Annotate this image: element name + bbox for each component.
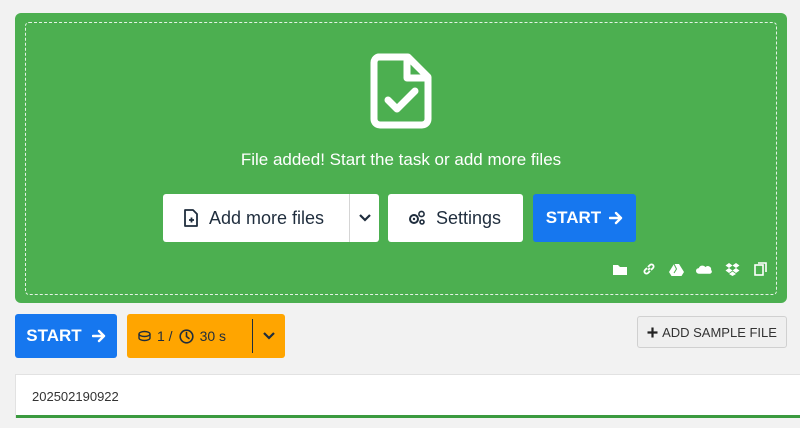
onedrive-icon[interactable] — [696, 262, 713, 276]
upload-status-text: File added! Start the task or add more f… — [240, 150, 562, 169]
dropbox-icon[interactable] — [724, 262, 741, 276]
start-label: START — [545, 208, 602, 227]
add-sample-file-label: ADD SAMPLE FILE — [662, 324, 777, 340]
gears-icon — [409, 210, 425, 225]
chevron-down-icon — [358, 214, 371, 222]
add-sample-file-button[interactable]: ADD SAMPLE FILE — [637, 316, 787, 348]
folder-icon[interactable] — [612, 262, 629, 276]
start-button[interactable]: START — [15, 314, 117, 358]
add-more-dropdown-toggle[interactable] — [349, 194, 379, 242]
upload-sources — [612, 262, 769, 276]
file-list-item[interactable]: 202502190922 — [15, 374, 800, 418]
file-progress-bar — [16, 415, 800, 418]
clipboard-icon[interactable] — [752, 262, 769, 276]
arrow-right-icon — [609, 211, 623, 225]
task-limits-info: 1 / 30 s — [127, 328, 252, 344]
dropzone-actions: Add more files Settings START — [163, 194, 636, 242]
file-check-icon — [370, 53, 432, 129]
chevron-down-icon — [263, 332, 275, 340]
file-dropzone[interactable]: File added! Start the task or add more f… — [15, 13, 787, 303]
task-limits-widget: 1 / 30 s — [127, 314, 285, 358]
add-more-files-main[interactable]: Add more files — [163, 208, 349, 229]
add-more-files-label: Add more files — [209, 207, 325, 228]
settings-label: Settings — [436, 207, 502, 228]
file-name: 202502190922 — [32, 389, 119, 404]
start-button-dropzone[interactable]: START — [533, 194, 636, 242]
start-label: START — [26, 326, 82, 345]
coins-icon — [138, 330, 151, 342]
google-drive-icon[interactable] — [668, 262, 685, 276]
settings-button[interactable]: Settings — [388, 194, 523, 242]
clock-icon — [178, 328, 194, 344]
time-limit-text: 30 s — [199, 328, 227, 344]
add-more-files-button[interactable]: Add more files — [163, 194, 379, 242]
file-limit-text: 1 / — [157, 328, 173, 344]
plus-icon — [647, 327, 658, 337]
file-plus-icon — [184, 209, 198, 227]
limits-dropdown-toggle[interactable] — [252, 319, 285, 353]
arrow-right-icon — [91, 329, 105, 343]
link-icon[interactable] — [640, 262, 657, 276]
